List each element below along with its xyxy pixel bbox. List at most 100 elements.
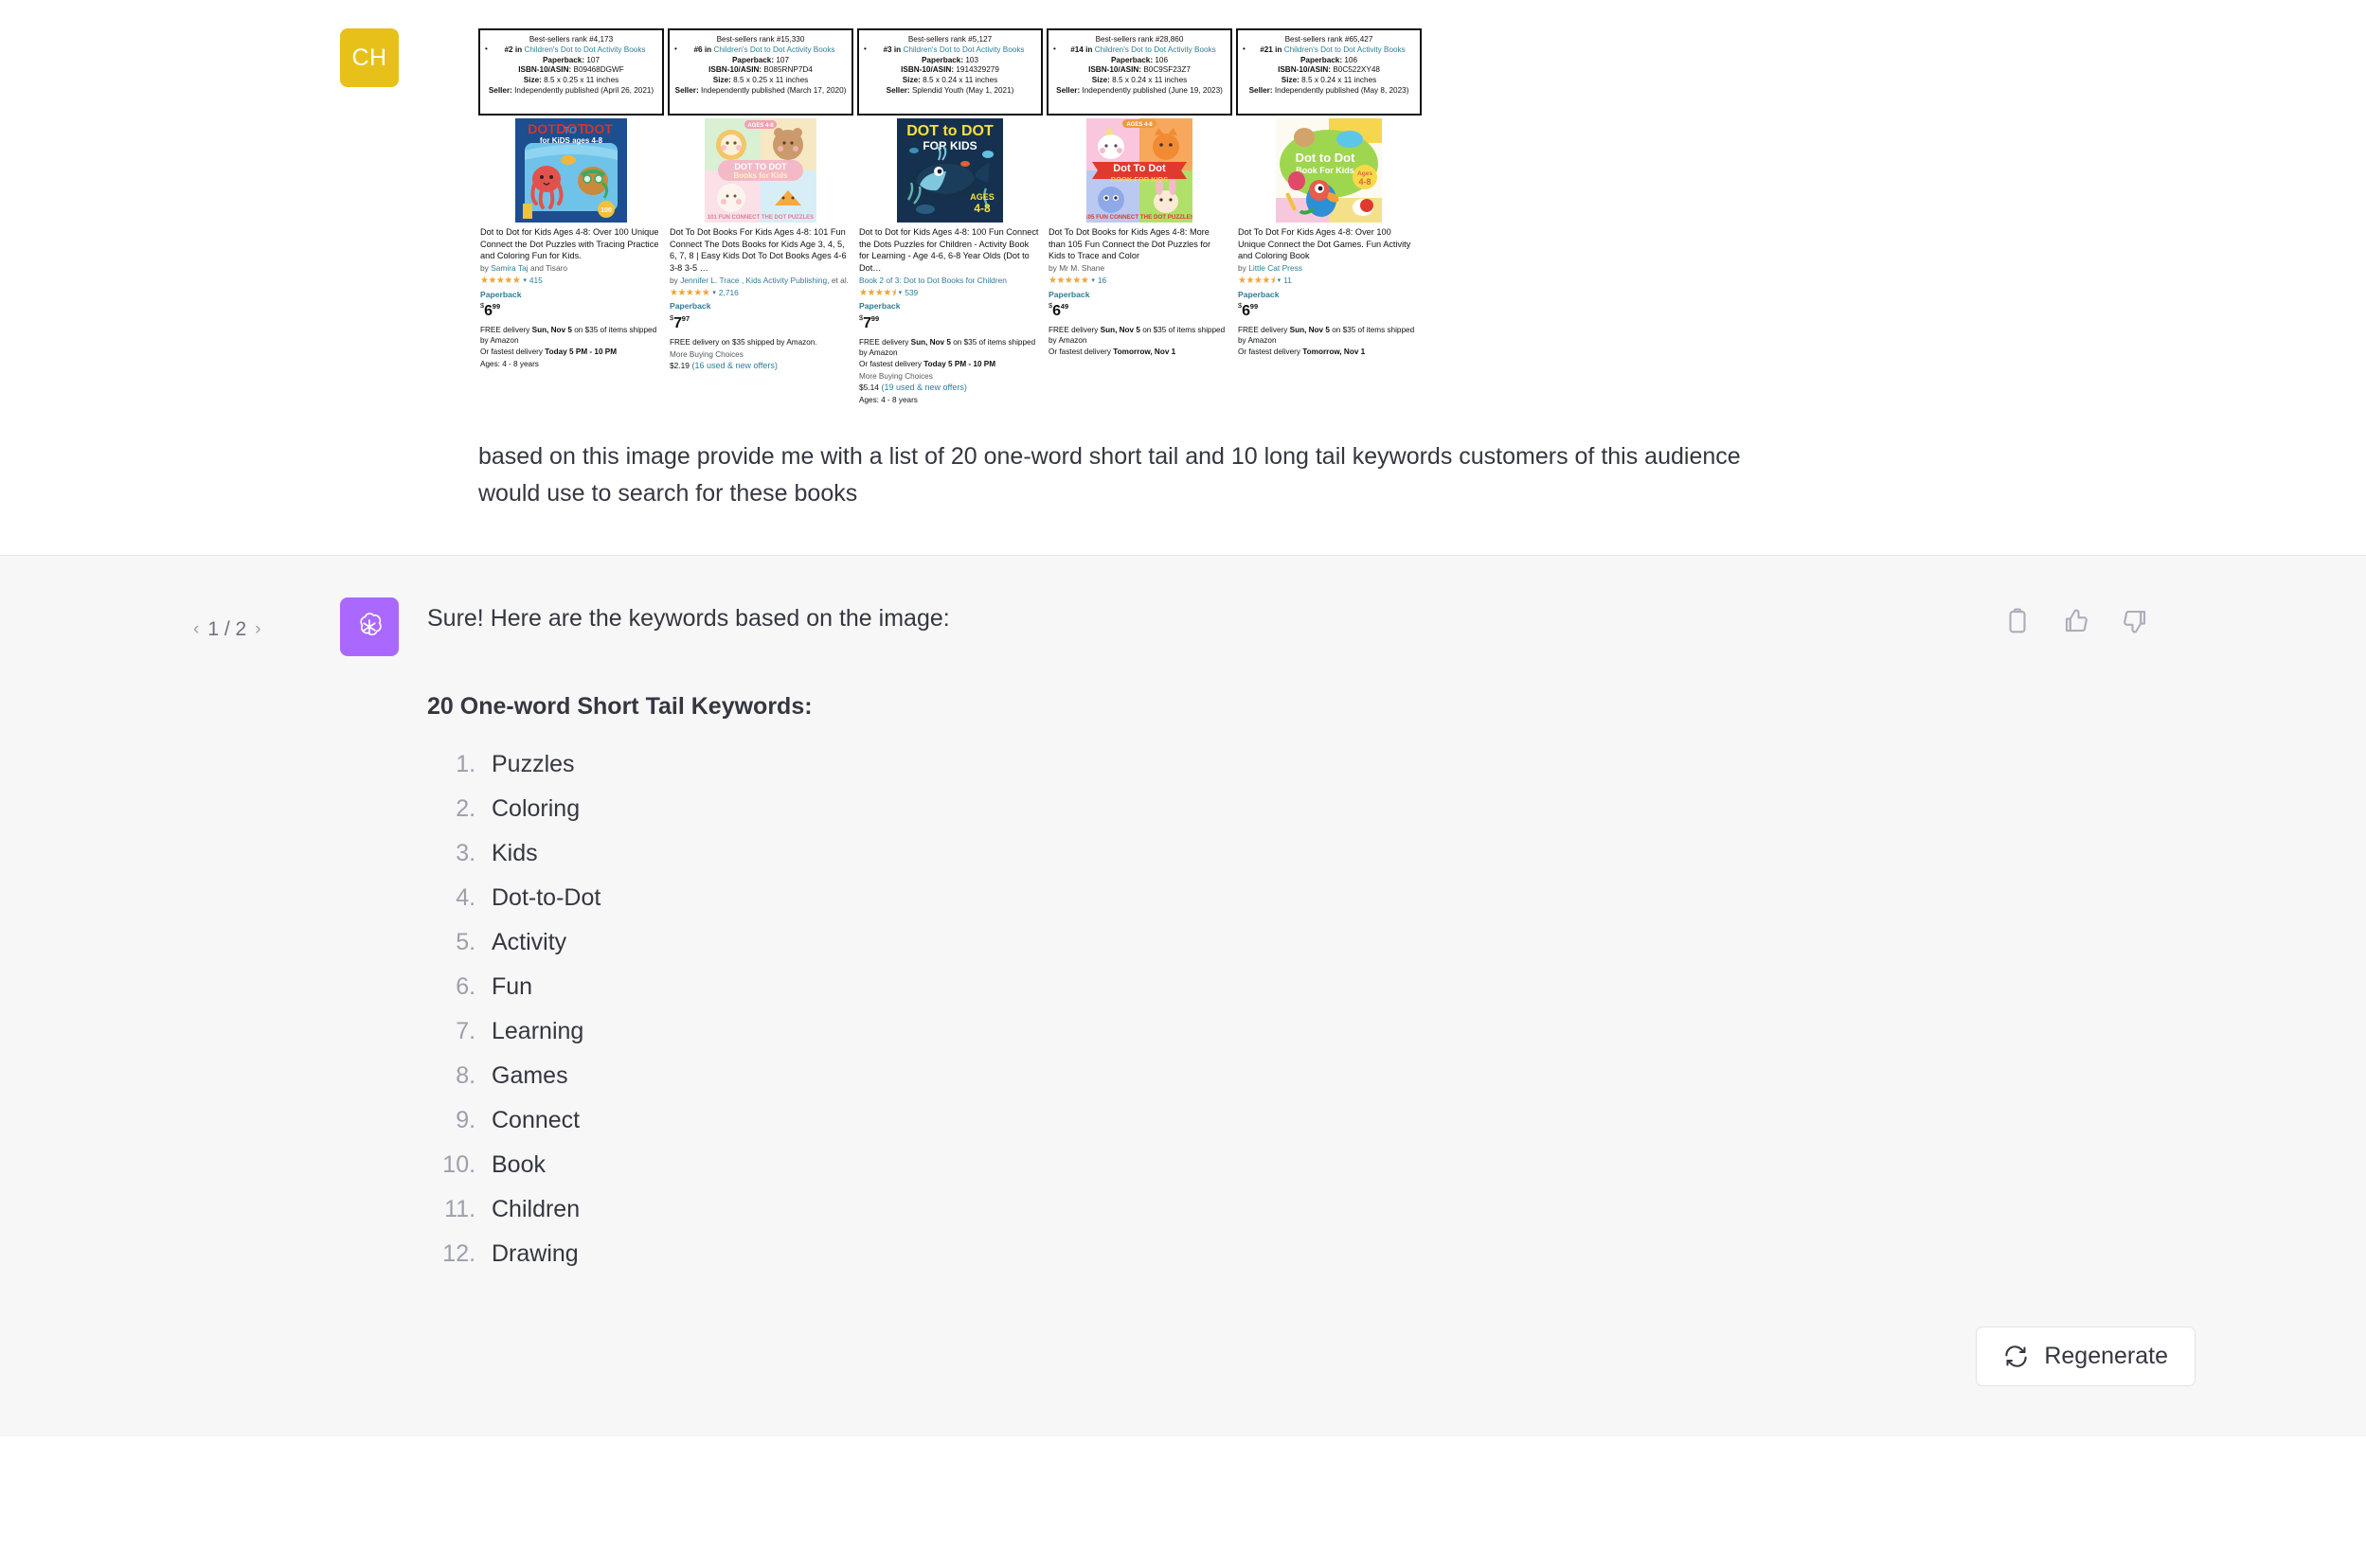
copy-icon[interactable] — [2003, 607, 2032, 635]
prev-response-button[interactable]: ‹ — [193, 619, 199, 640]
list-item: Activity — [482, 931, 2026, 954]
paperback-line: Paperback: 106 — [1300, 55, 1358, 64]
author-link[interactable]: Jennifer L. Trace , Kids Activity Publis… — [680, 276, 827, 285]
thumbs-down-icon[interactable] — [2121, 607, 2149, 635]
delivery-info: FREE delivery Sun, Nov 5 on $35 of items… — [1049, 325, 1226, 356]
svg-text:AGES 4-8: AGES 4-8 — [1126, 122, 1153, 128]
product-title[interactable]: Dot To Dot For Kids Ages 4-8: Over 100 U… — [1238, 226, 1418, 262]
star-rating: ★★★★★ — [670, 287, 710, 298]
seller-line: Seller: Splendid Youth (May 1, 2021) — [886, 86, 1014, 96]
listing-details: Dot to Dot for Kids Ages 4-8: 100 Fun Co… — [857, 223, 1043, 406]
author-link[interactable]: Little Cat Press — [1248, 263, 1302, 273]
review-count[interactable]: 11 — [1283, 276, 1292, 286]
message-actions — [2003, 607, 2149, 635]
chevron-down-icon: ▾ — [1091, 277, 1095, 285]
list-item: Fun — [482, 975, 2026, 999]
used-new-offers-link[interactable]: (16 used & new offers) — [691, 361, 777, 370]
svg-text:Books for Kids: Books for Kids — [734, 171, 788, 180]
regenerate-button[interactable]: Regenerate — [1976, 1326, 2196, 1386]
rating-row[interactable]: ★★★★★ ▾ 2,716 — [670, 288, 850, 298]
refresh-icon — [2003, 1344, 2029, 1369]
thumbs-up-icon[interactable] — [2062, 607, 2090, 635]
rating-row[interactable]: ★★★★★ ▾ 16 — [1049, 276, 1228, 286]
svg-text:Dot To Dot: Dot To Dot — [1113, 163, 1166, 174]
rating-row[interactable]: ★★★★⯨ ▾ 539 — [859, 288, 1039, 298]
svg-text:Book For Kids: Book For Kids — [1296, 166, 1354, 175]
listing-details: Dot to Dot for Kids Ages 4-8: Over 100 U… — [478, 223, 664, 369]
paperback-line: Paperback: 107 — [542, 55, 600, 64]
svg-text:Dot to Dot: Dot to Dot — [1296, 151, 1355, 165]
product-title[interactable]: Dot to Dot for Kids Ages 4-8: 100 Fun Co… — [859, 226, 1039, 275]
binding-type[interactable]: Paperback — [859, 301, 1039, 312]
list-item: Learning — [482, 1020, 2026, 1043]
category-rank-row: #14 in Children's Dot to Dot Activity Bo… — [1053, 45, 1226, 56]
section-heading: 20 One-word Short Tail Keywords: — [427, 693, 813, 721]
product-meta-box: Best-sellers rank #65,427 #21 in Childre… — [1236, 28, 1422, 116]
product-byline: by Mr M. Shane — [1049, 263, 1105, 274]
review-count[interactable]: 415 — [529, 276, 543, 286]
binding-type[interactable]: Paperback — [480, 290, 660, 301]
product-title[interactable]: Dot To Dot Books for Kids Ages 4-8: More… — [1049, 226, 1228, 262]
category-link[interactable]: Children's Dot to Dot Activity Books — [903, 45, 1024, 54]
price: $799 — [859, 313, 880, 332]
category-link[interactable]: Children's Dot to Dot Activity Books — [1284, 45, 1406, 54]
isbn-line: ISBN-10/ASIN: B0C522XY48 — [1278, 65, 1380, 75]
product-meta-box: Best-sellers rank #4,173 #2 in Children'… — [478, 28, 664, 116]
used-new-offers-link[interactable]: (19 used & new offers) — [881, 383, 966, 392]
chevron-down-icon: ▾ — [523, 277, 527, 285]
series-link[interactable]: Book 2 of 3: Dot to Dot Books for Childr… — [859, 276, 1039, 286]
category-rank-row: #3 in Children's Dot to Dot Activity Boo… — [864, 45, 1036, 56]
product-card: Best-sellers rank #5,127 #3 in Children'… — [857, 28, 1043, 406]
list-item: Connect — [482, 1109, 2026, 1132]
product-card: Best-sellers rank #28,860 #14 in Childre… — [1047, 28, 1232, 406]
delivery-info: FREE delivery Sun, Nov 5 on $35 of items… — [1238, 325, 1415, 356]
isbn-line: ISBN-10/ASIN: B09468DGWF — [518, 65, 624, 75]
list-item: Games — [482, 1064, 2026, 1088]
product-title[interactable]: Dot to Dot for Kids Ages 4-8: Over 100 U… — [480, 226, 660, 262]
review-count[interactable]: 16 — [1098, 276, 1106, 286]
product-card: Best-sellers rank #65,427 #21 in Childre… — [1236, 28, 1422, 406]
rating-row[interactable]: ★★★★★ ▾ 415 — [480, 276, 660, 286]
star-rating: ★★★★⯨ — [1238, 276, 1275, 287]
book-cover-parrot-green: Dot to Dot Book For Kids Ages 4-8 — [1236, 118, 1422, 223]
bestseller-rank: Best-sellers rank #15,330 — [716, 35, 805, 44]
svg-text:for KiDS ages 4-8: for KiDS ages 4-8 — [540, 136, 603, 145]
book-cover-quad-animals-red-banner: Dot To Dot BOOK FOR KIDS AGES 4-8 105 FU… — [1047, 118, 1232, 223]
svg-text:TO: TO — [564, 126, 577, 136]
response-pager: ‹ 1 / 2 › — [193, 618, 261, 641]
svg-text:4-8: 4-8 — [1358, 177, 1371, 187]
binding-type[interactable]: Paperback — [1049, 290, 1228, 301]
svg-text:FOR KIDS: FOR KIDS — [923, 139, 977, 152]
book-cover-pastel-animals: DOT TO DOT Books for Kids AGES 4-8 101 F… — [668, 118, 853, 223]
attached-image-product-strip: Best-sellers rank #4,173 #2 in Children'… — [478, 28, 2026, 406]
rating-row[interactable]: ★★★★⯨ ▾ 11 — [1238, 276, 1418, 286]
review-count[interactable]: 539 — [905, 288, 918, 298]
category-link[interactable]: Children's Dot to Dot Activity Books — [713, 45, 834, 54]
svg-text:DOT to DOT: DOT to DOT — [906, 123, 994, 139]
category-link[interactable]: Children's Dot to Dot Activity Books — [1095, 45, 1216, 54]
category-rank-row: #2 in Children's Dot to Dot Activity Boo… — [485, 45, 657, 56]
svg-text:DOT: DOT — [584, 121, 613, 136]
isbn-line: ISBN-10/ASIN: B0C9SF23Z7 — [1088, 65, 1191, 75]
product-meta-box: Best-sellers rank #28,860 #14 in Childre… — [1047, 28, 1232, 116]
listing-details: Dot To Dot For Kids Ages 4-8: Over 100 U… — [1236, 223, 1422, 357]
user-avatar-initials: CH — [351, 44, 387, 71]
review-count[interactable]: 2,716 — [719, 288, 739, 298]
binding-type[interactable]: Paperback — [670, 301, 850, 312]
assistant-avatar — [340, 597, 399, 656]
category-link[interactable]: Children's Dot to Dot Activity Books — [524, 45, 645, 54]
book-cover-octopus-ocean-blue: DOT DOT TO DOT for KiDS ages 4-8 100 — [478, 118, 664, 223]
category-rank: #3 in — [883, 45, 902, 54]
author-link[interactable]: Samira Taj — [491, 263, 528, 273]
binding-type[interactable]: Paperback — [1238, 290, 1418, 301]
category-rank: #6 in — [693, 45, 712, 54]
product-card: Best-sellers rank #15,330 #6 in Children… — [668, 28, 853, 406]
age-range: Ages: 4 - 8 years — [859, 396, 918, 405]
more-buying-choices-price: $5.14 (19 used & new offers) — [859, 383, 967, 393]
svg-text:Ages: Ages — [1357, 170, 1372, 177]
isbn-line: ISBN-10/ASIN: B085RNP7D4 — [708, 65, 813, 75]
star-rating: ★★★★★ — [480, 276, 521, 287]
chatgpt-conversation-page: CH Best-sellers rank #4,173 #2 in Childr… — [0, 0, 2366, 1568]
next-response-button[interactable]: › — [255, 619, 260, 640]
product-title[interactable]: Dot To Dot Books For Kids Ages 4-8: 101 … — [670, 226, 850, 275]
